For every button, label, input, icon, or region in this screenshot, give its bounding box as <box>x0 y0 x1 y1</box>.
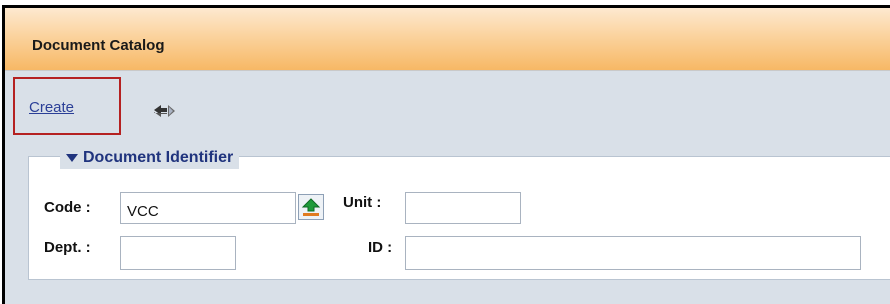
section-legend[interactable]: Document Identifier <box>60 147 240 169</box>
dept-field[interactable] <box>120 236 236 270</box>
dept-label: Dept. : <box>44 239 91 256</box>
code-field[interactable] <box>120 192 296 224</box>
triangle-down-icon <box>66 154 78 162</box>
window-title: Document Catalog <box>32 37 165 54</box>
unit-field[interactable] <box>405 192 521 224</box>
code-label: Code : <box>44 199 91 216</box>
title-bar: Document Catalog <box>5 8 890 71</box>
move-arrows-icon[interactable] <box>152 103 176 119</box>
section-title: Document Identifier <box>83 149 234 166</box>
unit-label: Unit : <box>343 194 382 211</box>
id-field[interactable] <box>405 236 861 270</box>
create-link[interactable]: Create <box>29 99 74 116</box>
upload-arrow-icon[interactable] <box>298 194 324 220</box>
id-label: ID : <box>368 239 393 256</box>
